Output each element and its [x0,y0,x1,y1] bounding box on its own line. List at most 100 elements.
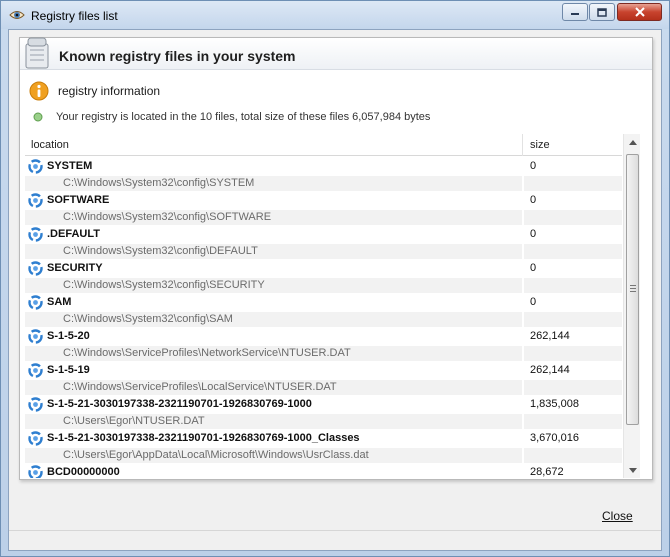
column-divider [522,244,524,259]
entry-path: C:\Windows\System32\config\SYSTEM [63,177,255,189]
registry-entry-icon [28,329,43,344]
registry-panel: Known registry files in your system regi… [19,37,653,480]
entry-name: S-1-5-21-3030197338-2321190701-192683076… [47,432,360,444]
entry-path-row[interactable]: C:\Windows\System32\config\SOFTWARE [25,210,622,225]
column-header-size[interactable]: size [530,139,550,151]
entry-name: SYSTEM [47,160,93,172]
entry-path-row[interactable]: C:\Users\Egor\AppData\Local\Microsoft\Wi… [25,448,622,463]
list-header: location size [25,134,622,156]
status-bar [9,530,661,550]
registry-entry-icon [28,397,43,412]
registry-files-window: Registry files list Known registry files… [0,0,670,557]
entry-name: SAM [47,296,72,308]
column-divider [522,210,524,225]
column-divider [522,414,524,429]
registry-info-row: registry information [29,81,160,101]
window-title: Registry files list [31,9,118,23]
list-item[interactable]: SOFTWARE 0 C:\Windows\System32\config\SOFT… [25,191,622,225]
column-divider [522,448,524,463]
column-divider [522,176,524,191]
scroll-up-button[interactable] [624,134,641,150]
entry-header-row[interactable]: SOFTWARE 0 [25,191,622,210]
title-bar[interactable]: Registry files list [1,1,669,29]
entry-header-row[interactable]: S-1-5-21-3030197338-2321190701-192683076… [25,395,622,414]
list-item[interactable]: S-1-5-21-3030197338-2321190701-192683076… [25,429,622,463]
column-divider [522,278,524,293]
list-item[interactable]: S-1-5-20 262,144 C:\Windows\ServiceProfile… [25,327,622,361]
list-item[interactable]: BCD00000000 28,672 [25,463,622,478]
entry-size: 0 [530,296,537,308]
entry-header-row[interactable]: SYSTEM 0 [25,157,622,176]
list-item[interactable]: SYSTEM 0 C:\Windows\System32\config\SYSTEM [25,157,622,191]
entry-path: C:\Windows\System32\config\SOFTWARE [63,211,272,223]
entry-path-row[interactable]: C:\Windows\System32\config\SYSTEM [25,176,622,191]
entry-name: SOFTWARE [47,194,110,206]
info-icon [29,81,49,101]
entry-name: SECURITY [47,262,103,274]
list-item[interactable]: S-1-5-19 262,144 C:\Windows\ServiceProfile… [25,361,622,395]
registry-entry-icon [28,159,43,174]
registry-entry-icon [28,261,43,276]
column-divider [522,312,524,327]
list-item[interactable]: S-1-5-21-3030197338-2321190701-192683076… [25,395,622,429]
maximize-button[interactable] [589,3,615,21]
list-item[interactable]: SAM 0 C:\Windows\System32\config\SAM [25,293,622,327]
entry-size: 262,144 [530,330,570,342]
entry-path: C:\Users\Egor\AppData\Local\Microsoft\Wi… [63,449,369,461]
column-header-location[interactable]: location [31,139,69,151]
entry-path-row[interactable]: C:\Windows\ServiceProfiles\LocalService\… [25,380,622,395]
entry-path-row[interactable]: C:\Windows\System32\config\SECURITY [25,278,622,293]
entry-header-row[interactable]: SAM 0 [25,293,622,312]
entry-size: 0 [530,194,537,206]
registry-entry-icon [28,295,43,310]
minimize-icon [571,13,579,15]
entry-path-row[interactable]: C:\Users\Egor\NTUSER.DAT [25,414,622,429]
entry-path: C:\Windows\ServiceProfiles\LocalService\… [63,381,337,393]
entry-header-row[interactable]: S-1-5-19 262,144 [25,361,622,380]
registry-hive-icon [25,37,49,69]
close-icon [634,7,645,17]
panel-title: Known registry files in your system [59,48,296,64]
entry-path-row[interactable]: C:\Windows\System32\config\SAM [25,312,622,327]
entry-size: 0 [530,228,537,240]
entry-path-row[interactable]: C:\Windows\System32\config\DEFAULT [25,244,622,259]
panel-header: Known registry files in your system [20,37,652,70]
registry-description-row: Your registry is located in the 10 files… [33,109,430,125]
entry-name: S-1-5-20 [47,330,90,342]
entry-path-row[interactable]: C:\Windows\ServiceProfiles\NetworkServic… [25,346,622,361]
column-divider[interactable] [522,134,523,156]
registry-entry-icon [28,193,43,208]
close-link[interactable]: Close [602,509,633,523]
eye-icon [9,11,25,19]
registry-description: Your registry is located in the 10 files… [56,111,431,123]
entry-path: C:\Windows\System32\config\DEFAULT [63,245,258,257]
entry-name: S-1-5-19 [47,364,90,376]
registry-entry-icon [28,431,43,446]
entry-header-row[interactable]: .DEFAULT 0 [25,225,622,244]
entry-size: 262,144 [530,364,570,376]
entry-header-row[interactable]: BCD00000000 28,672 [25,463,622,478]
column-divider [522,380,524,395]
entry-header-row[interactable]: S-1-5-21-3030197338-2321190701-192683076… [25,429,622,448]
entry-path: C:\Windows\System32\config\SAM [63,313,233,325]
entry-name: S-1-5-21-3030197338-2321190701-192683076… [47,398,312,410]
entry-name: .DEFAULT [47,228,100,240]
arrow-down-icon [628,467,637,473]
entry-size: 28,672 [530,466,564,478]
close-window-button[interactable] [617,3,662,21]
registry-file-list[interactable]: location size SYSTEM 0 C:\Windows\System32… [25,134,643,478]
vertical-scrollbar[interactable] [623,134,640,478]
scroll-down-button[interactable] [624,462,641,478]
entry-header-row[interactable]: SECURITY 0 [25,259,622,278]
entry-header-row[interactable]: S-1-5-20 262,144 [25,327,622,346]
scrollbar-thumb[interactable] [626,154,639,425]
entry-size: 0 [530,262,537,274]
grip-icon [630,285,636,292]
registry-entry-icon [28,465,43,478]
list-item[interactable]: SECURITY 0 C:\Windows\System32\config\SECU… [25,259,622,293]
registry-entry-icon [28,363,43,378]
info-label: registry information [58,84,161,98]
minimize-button[interactable] [562,3,588,21]
entry-size: 3,670,016 [530,432,579,444]
list-item[interactable]: .DEFAULT 0 C:\Windows\System32\config\DEFA… [25,225,622,259]
